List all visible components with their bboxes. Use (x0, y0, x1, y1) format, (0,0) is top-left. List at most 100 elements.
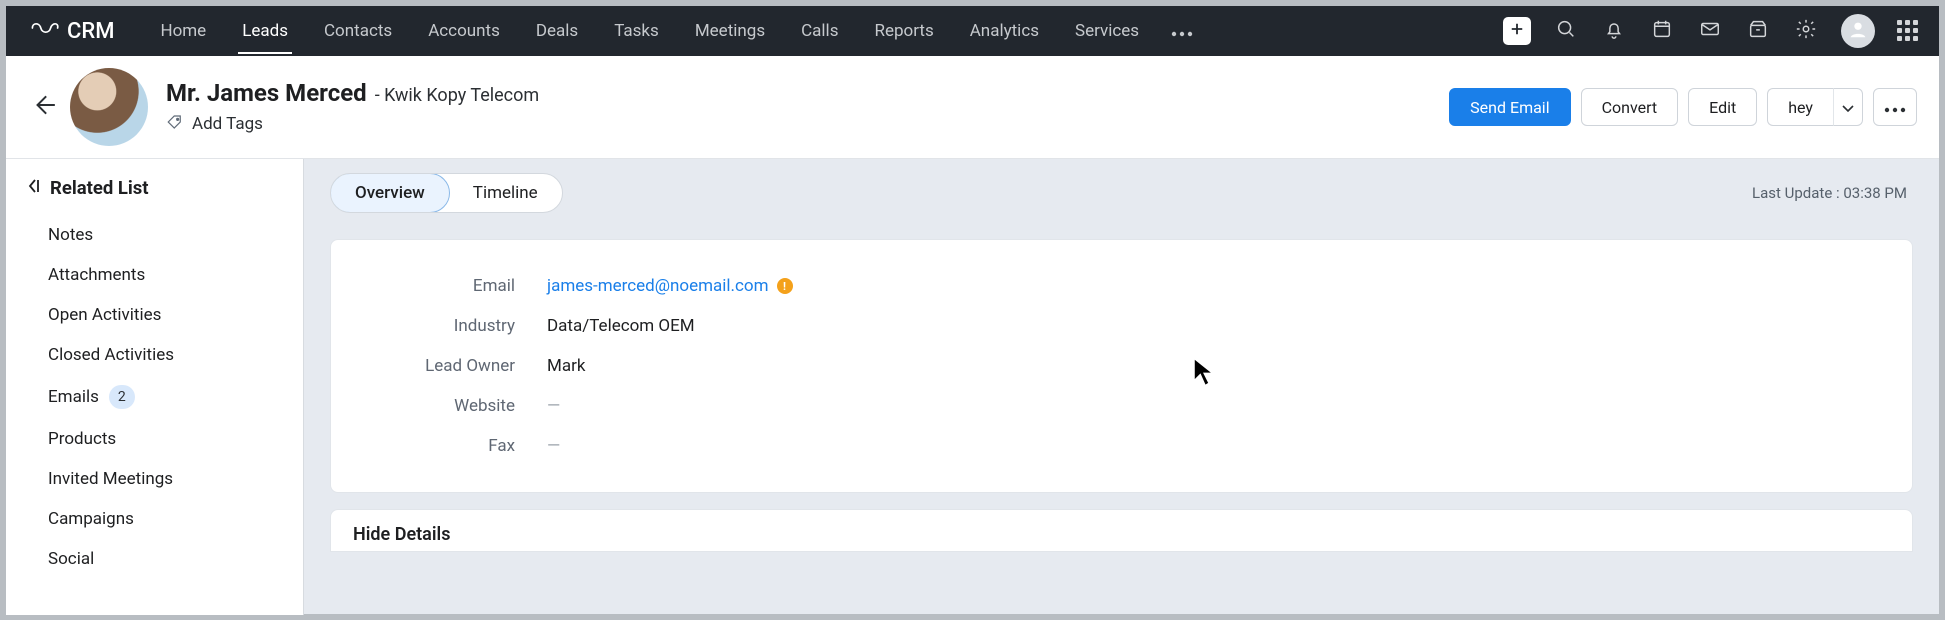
body: Related List Notes Attachments Open Acti… (6, 159, 1939, 615)
custom-button[interactable]: hey (1767, 88, 1833, 126)
dots-horizontal-icon (1171, 22, 1193, 41)
profile-avatar[interactable] (1841, 14, 1875, 48)
nav-tab-contacts[interactable]: Contacts (306, 6, 410, 56)
nav-tab-label: Tasks (614, 21, 659, 41)
field-value: Data/Telecom OEM (547, 316, 695, 336)
user-icon (1847, 18, 1869, 44)
gear-icon (1795, 18, 1817, 44)
nav-more-button[interactable] (1157, 6, 1207, 56)
nav-tab-analytics[interactable]: Analytics (952, 6, 1057, 56)
sidebar-item-attachments[interactable]: Attachments (6, 255, 303, 295)
hide-details-label: Hide Details (353, 524, 450, 545)
sidebar: Related List Notes Attachments Open Acti… (6, 159, 304, 615)
edit-button[interactable]: Edit (1688, 88, 1757, 126)
nav-tab-tasks[interactable]: Tasks (596, 6, 677, 56)
nav-tab-leads[interactable]: Leads (224, 6, 306, 56)
email-link: james-merced@noemail.com (547, 276, 769, 296)
nav-tab-home[interactable]: Home (142, 6, 224, 56)
apps-launcher[interactable] (1897, 20, 1919, 42)
nav-tab-label: Home (160, 21, 206, 41)
nav-tab-label: Reports (874, 21, 933, 41)
nav-tab-reports[interactable]: Reports (856, 6, 951, 56)
add-tags-button[interactable]: Add Tags (166, 113, 539, 136)
record-header: Mr. James Merced - Kwik Kopy Telecom Add… (6, 56, 1939, 159)
sidebar-item-products[interactable]: Products (6, 419, 303, 459)
nav-tab-calls[interactable]: Calls (783, 6, 856, 56)
settings-button[interactable] (1793, 18, 1819, 44)
sidebar-item-label: Notes (48, 225, 93, 245)
main-area: Overview Timeline Last Update : 03:38 PM… (304, 159, 1939, 615)
nav-tab-accounts[interactable]: Accounts (410, 6, 518, 56)
sidebar-item-closed-activities[interactable]: Closed Activities (6, 335, 303, 375)
dots-horizontal-icon (1884, 98, 1906, 117)
mail-button[interactable] (1697, 18, 1723, 44)
pillbar-row: Overview Timeline Last Update : 03:38 PM (330, 173, 1913, 213)
sidebar-item-emails[interactable]: Emails 2 (6, 375, 303, 419)
emails-count-badge: 2 (109, 385, 135, 409)
more-actions-button[interactable] (1873, 88, 1917, 126)
calendar-button[interactable] (1649, 18, 1675, 44)
tab-label: Timeline (473, 183, 538, 203)
nav-tab-services[interactable]: Services (1057, 6, 1157, 56)
collapse-icon[interactable] (28, 178, 42, 198)
search-button[interactable] (1553, 18, 1579, 44)
button-label: Edit (1709, 98, 1736, 117)
add-tags-label: Add Tags (192, 114, 263, 134)
view-tabs: Overview Timeline (330, 173, 563, 213)
email-warning-icon: ! (777, 278, 793, 294)
record-title-block: Mr. James Merced - Kwik Kopy Telecom Add… (166, 79, 539, 136)
custom-split-button: hey (1767, 88, 1863, 126)
sidebar-title-row: Related List (6, 177, 303, 215)
sidebar-item-label: Attachments (48, 265, 145, 285)
field-lead-owner: Lead Owner Mark (357, 346, 1886, 386)
field-value-email[interactable]: james-merced@noemail.com ! (547, 276, 793, 296)
calendar-icon (1651, 18, 1673, 44)
field-industry: Industry Data/Telecom OEM (357, 306, 1886, 346)
hide-details-toggle[interactable]: Hide Details (330, 509, 1913, 552)
mail-icon (1699, 18, 1721, 44)
brand-icon (31, 18, 59, 44)
tab-timeline[interactable]: Timeline (449, 174, 562, 212)
sidebar-item-label: Open Activities (48, 305, 161, 325)
notifications-button[interactable] (1601, 18, 1627, 44)
record-avatar[interactable] (70, 68, 148, 146)
convert-button[interactable]: Convert (1581, 88, 1679, 126)
nav-tab-label: Accounts (428, 21, 500, 41)
field-value: Mark (547, 356, 585, 376)
nav-tab-label: Contacts (324, 21, 392, 41)
brand[interactable]: CRM (31, 18, 114, 44)
sidebar-item-label: Invited Meetings (48, 469, 173, 489)
sidebar-item-label: Campaigns (48, 509, 134, 529)
sidebar-item-label: Emails (48, 387, 99, 407)
plus-icon (1508, 20, 1526, 42)
search-icon (1555, 18, 1577, 44)
back-button[interactable] (24, 92, 64, 122)
sidebar-item-social[interactable]: Social (6, 539, 303, 579)
sidebar-item-label: Social (48, 549, 94, 569)
button-label: Convert (1602, 98, 1658, 117)
nav-tab-deals[interactable]: Deals (518, 6, 596, 56)
field-label: Fax (357, 436, 547, 456)
arrow-left-icon (31, 92, 57, 122)
details-card: Email james-merced@noemail.com ! Industr… (330, 239, 1913, 493)
sidebar-item-campaigns[interactable]: Campaigns (6, 499, 303, 539)
top-nav: CRM Home Leads Contacts Accounts Deals T… (6, 6, 1939, 56)
box-button[interactable] (1745, 18, 1771, 44)
field-value: — (547, 436, 560, 456)
tab-overview[interactable]: Overview (330, 173, 450, 213)
field-website: Website — (357, 386, 1886, 426)
nav-tab-label: Services (1075, 21, 1139, 41)
button-label: Send Email (1470, 98, 1549, 117)
field-fax: Fax — (357, 426, 1886, 466)
last-update-text: Last Update : 03:38 PM (1752, 184, 1913, 202)
nav-tab-meetings[interactable]: Meetings (677, 6, 783, 56)
sidebar-item-open-activities[interactable]: Open Activities (6, 295, 303, 335)
send-email-button[interactable]: Send Email (1449, 88, 1570, 126)
create-button[interactable] (1503, 17, 1531, 45)
sidebar-item-invited-meetings[interactable]: Invited Meetings (6, 459, 303, 499)
record-title: Mr. James Merced (166, 79, 367, 107)
custom-button-dropdown[interactable] (1833, 88, 1863, 126)
nav-tab-label: Deals (536, 21, 578, 41)
sidebar-item-notes[interactable]: Notes (6, 215, 303, 255)
sidebar-title: Related List (50, 177, 149, 199)
